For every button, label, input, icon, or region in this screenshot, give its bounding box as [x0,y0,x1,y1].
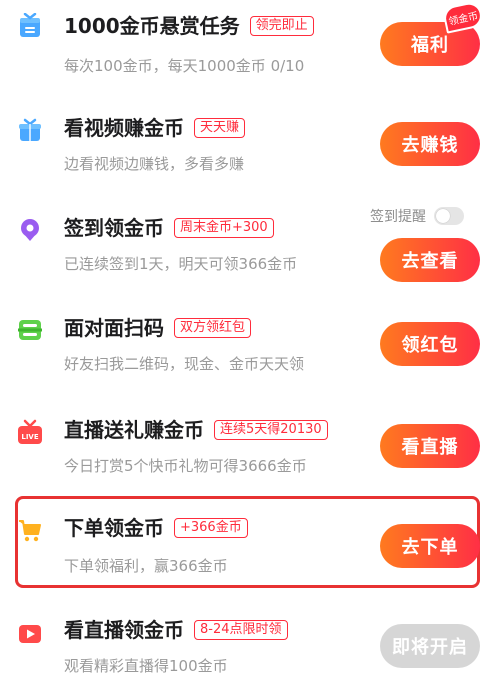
task-desc: 下单领福利，赢366金币 [64,557,228,575]
task-desc: 观看精彩直播得100金币 [64,657,228,675]
task-item-order: 下单领金币 +366金币 下单领福利，赢366金币 去下单 [0,500,500,600]
live-gift-icon: LIVE [14,416,46,448]
svg-text:LIVE: LIVE [21,433,38,441]
gift-box-icon [14,10,46,42]
task-desc: 边看视频边赚钱，多看多赚 [64,155,245,173]
task-title: 面对面扫码 双方领红包 [64,316,252,340]
checkin-reminder: 签到提醒 [370,206,464,226]
task-item-live-coins: 看直播领金币 8-24点限时领 观看精彩直播得100金币 即将开启 [0,600,500,700]
shopping-cart-icon [14,514,46,546]
task-tag: +366金币 [174,517,248,538]
video-play-icon [14,618,46,650]
earn-money-button[interactable]: 去赚钱 [380,122,480,166]
task-title: 看直播领金币 8-24点限时领 [64,618,288,642]
task-desc: 已连续签到1天，明天可领366金币 [64,255,298,273]
task-title: 下单领金币 +366金币 [64,516,248,540]
task-title: 看视频赚金币 天天赚 [64,116,246,140]
task-desc: 今日打赏5个快币礼物可得3666金币 [64,457,307,475]
location-pin-icon [14,214,46,246]
watch-live-button[interactable]: 看直播 [380,424,480,468]
coin-badge: 领金币 [441,0,485,34]
reminder-toggle[interactable] [434,207,464,225]
task-title: 1000金币悬赏任务 领完即止 [64,14,314,38]
gift-box-icon [14,114,46,146]
task-tag: 8-24点限时领 [194,619,288,640]
task-item-bounty: 1000金币悬赏任务 领完即止 每次100金币，每天1000金币 0/10 福利 … [0,0,500,100]
coming-soon-button[interactable]: 即将开启 [380,624,480,668]
task-item-scan: 面对面扫码 双方领红包 好友扫我二维码，现金、金币天天领 领红包 [0,300,500,400]
task-tag: 连续5天得20130 [214,419,328,440]
task-item-watch-video: 看视频赚金币 天天赚 边看视频边赚钱，多看多赚 去赚钱 [0,100,500,200]
task-desc: 好友扫我二维码，现金、金币天天领 [64,355,305,373]
task-tag: 天天赚 [194,117,246,138]
task-tag: 领完即止 [249,15,314,36]
red-packet-button[interactable]: 领红包 [380,322,480,366]
place-order-button[interactable]: 去下单 [380,524,480,568]
task-tag: 双方领红包 [174,317,252,338]
task-title: 直播送礼赚金币 连续5天得20130 [64,418,328,442]
view-button[interactable]: 去查看 [380,238,480,282]
task-tag: 周末金币+300 [174,217,274,238]
reminder-label: 签到提醒 [370,209,426,225]
task-desc: 每次100金币，每天1000金币 0/10 [64,57,305,75]
task-item-live-gift: LIVE 直播送礼赚金币 连续5天得20130 今日打赏5个快币礼物可得3666金… [0,400,500,500]
task-title: 签到领金币 周末金币+300 [64,216,274,240]
scan-icon [14,314,46,346]
